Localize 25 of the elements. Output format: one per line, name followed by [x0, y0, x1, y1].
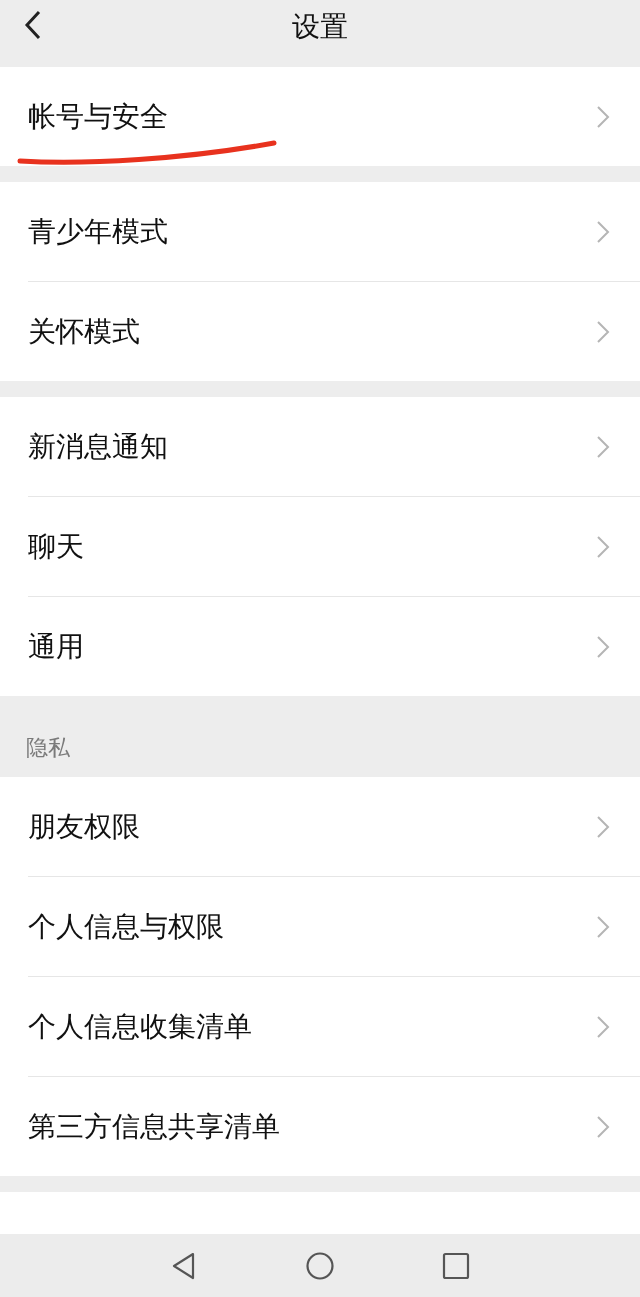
- chevron-right-icon: [596, 319, 610, 344]
- row-label: 个人信息收集清单: [28, 1008, 252, 1045]
- row-label: 通用: [28, 628, 84, 665]
- row-label: 帐号与安全: [28, 98, 168, 135]
- chevron-right-icon: [596, 434, 610, 459]
- row-label: 朋友权限: [28, 808, 140, 845]
- back-icon[interactable]: [24, 10, 42, 40]
- home-circle-icon[interactable]: [305, 1250, 335, 1281]
- row-label: 新消息通知: [28, 428, 168, 465]
- section-header: 隐私: [26, 734, 70, 762]
- chevron-right-icon: [596, 1114, 610, 1139]
- page-title: 设置: [292, 8, 348, 45]
- recents-square-icon[interactable]: [441, 1250, 471, 1281]
- chevron-right-icon: [596, 814, 610, 839]
- chevron-right-icon: [596, 914, 610, 939]
- chevron-right-icon: [596, 634, 610, 659]
- row-label: 第三方信息共享清单: [28, 1108, 280, 1145]
- row-label: 个人信息与权限: [28, 908, 224, 945]
- row-label: 聊天: [28, 528, 84, 565]
- row-label: 青少年模式: [28, 213, 168, 250]
- chevron-right-icon: [596, 104, 610, 129]
- chevron-right-icon: [596, 1014, 610, 1039]
- row-label: 关怀模式: [28, 313, 140, 350]
- chevron-right-icon: [596, 219, 610, 244]
- chevron-right-icon: [596, 534, 610, 559]
